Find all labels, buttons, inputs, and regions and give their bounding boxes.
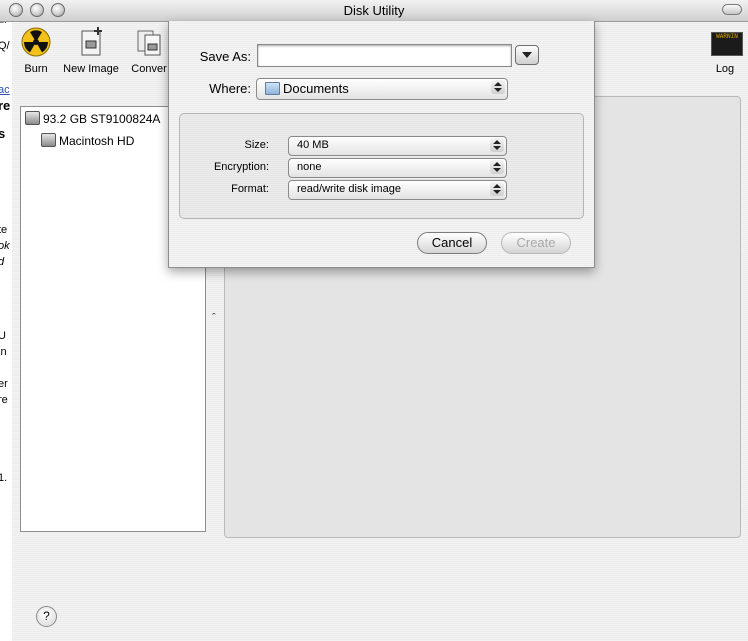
convert-button[interactable]: Conver — [128, 26, 170, 75]
log-label: Log — [715, 63, 735, 75]
expand-browser-button[interactable] — [515, 45, 539, 65]
encryption-popup[interactable]: none — [288, 158, 507, 178]
disk-item[interactable]: 93.2 GB ST9100824A — [25, 111, 160, 126]
where-label: Where: — [209, 81, 251, 96]
new-image-icon — [75, 26, 107, 58]
convert-label: Conver — [131, 63, 167, 75]
bg-text: 1. — [0, 472, 8, 484]
size-label: Size: — [244, 139, 269, 151]
disk-label: 93.2 GB ST9100824A — [43, 112, 161, 126]
help-button[interactable]: ? — [36, 606, 57, 627]
new-image-sheet: Save As: Where: Documents Size: 40 MB En… — [168, 21, 595, 268]
bg-text: ok — [0, 240, 10, 252]
new-image-label: New Image — [63, 63, 119, 75]
popup-arrows-icon — [490, 138, 504, 152]
where-value: Documents — [283, 81, 349, 96]
size-value: 40 MB — [297, 139, 329, 151]
convert-icon — [133, 26, 165, 58]
bg-link[interactable]: ac — [0, 84, 10, 96]
folder-icon — [265, 82, 280, 95]
title-bar[interactable]: Disk Utility — [0, 0, 748, 22]
popup-arrows-icon — [491, 80, 505, 94]
console-log-icon: WARNIN — [709, 26, 743, 58]
encryption-value: none — [297, 161, 322, 173]
split-view-handle[interactable]: ˆ — [212, 312, 216, 324]
save-as-label: Save As: — [199, 49, 251, 64]
burn-button[interactable]: Burn — [16, 26, 56, 75]
bg-text: re — [0, 394, 8, 406]
bg-text: d — [0, 256, 4, 268]
format-label: Format: — [231, 183, 269, 195]
format-value: read/write disk image — [297, 183, 401, 195]
log-icon-text: WARNIN — [716, 33, 738, 40]
volume-item[interactable]: Macintosh HD — [41, 133, 134, 148]
popup-arrows-icon — [490, 182, 504, 196]
bg-text: Q/ — [0, 40, 10, 52]
encryption-label: Encryption: — [213, 161, 269, 173]
format-popup[interactable]: read/write disk image — [288, 180, 507, 200]
window-title: Disk Utility — [343, 3, 405, 18]
bg-text: re — [0, 98, 11, 113]
bg-text: er — [0, 378, 8, 390]
bg-text: in — [0, 346, 7, 358]
volume-icon — [41, 133, 56, 147]
popup-arrows-icon — [490, 160, 504, 174]
log-button[interactable]: WARNIN Log — [706, 26, 744, 75]
size-popup[interactable]: 40 MB — [288, 136, 507, 156]
volume-label: Macintosh HD — [59, 134, 135, 148]
bg-text: te — [0, 224, 8, 236]
new-image-button[interactable]: New Image — [60, 26, 122, 75]
toolbar-toggle-button[interactable] — [722, 4, 742, 15]
radiation-icon — [20, 26, 52, 58]
save-as-field[interactable] — [257, 44, 512, 67]
bg-text: s — [0, 126, 5, 141]
burn-label: Burn — [24, 63, 48, 75]
cancel-button[interactable]: Cancel — [417, 232, 487, 254]
where-popup[interactable]: Documents — [256, 78, 508, 100]
bg-text: ui — [0, 22, 7, 26]
hard-disk-icon — [25, 111, 40, 125]
bg-text: U — [0, 330, 6, 342]
create-button[interactable]: Create — [501, 232, 571, 254]
